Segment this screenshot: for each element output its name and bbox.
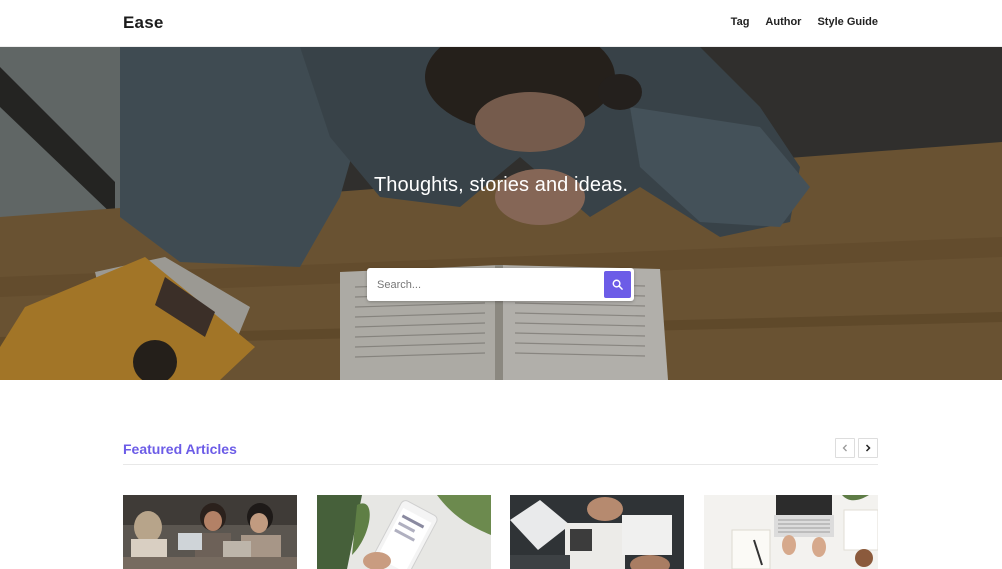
article-thumbnail	[123, 495, 297, 569]
nav-link-author[interactable]: Author	[765, 16, 801, 28]
article-thumbnail	[317, 495, 491, 569]
hero-title: Thoughts, stories and ideas.	[373, 174, 629, 196]
search-button[interactable]	[604, 271, 631, 298]
carousel-next-button[interactable]	[858, 438, 878, 458]
featured-articles-heading: Featured Articles	[123, 441, 237, 457]
article-thumbnail	[510, 495, 684, 569]
search-input[interactable]	[367, 268, 603, 301]
article-thumbnail	[704, 495, 878, 569]
chevron-right-icon	[865, 444, 871, 452]
search-form	[367, 268, 634, 301]
carousel-prev-button[interactable]	[835, 438, 855, 458]
featured-article-card[interactable]	[123, 495, 297, 569]
featured-article-card[interactable]	[704, 495, 878, 569]
chevron-left-icon	[842, 444, 847, 452]
nav-link-style-guide[interactable]: Style Guide	[817, 16, 878, 28]
featured-article-card[interactable]	[317, 495, 491, 569]
nav-link-tag[interactable]: Tag	[731, 16, 750, 28]
hero-section: Thoughts, stories and ideas.	[0, 47, 1002, 380]
main-nav: Tag Author Style Guide	[731, 16, 878, 28]
section-divider	[123, 464, 878, 465]
site-header: Ease Tag Author Style Guide	[0, 0, 1002, 47]
search-icon	[612, 279, 623, 290]
hero-overlay	[0, 47, 1002, 380]
site-logo[interactable]: Ease	[123, 13, 164, 33]
featured-article-card[interactable]	[510, 495, 684, 569]
